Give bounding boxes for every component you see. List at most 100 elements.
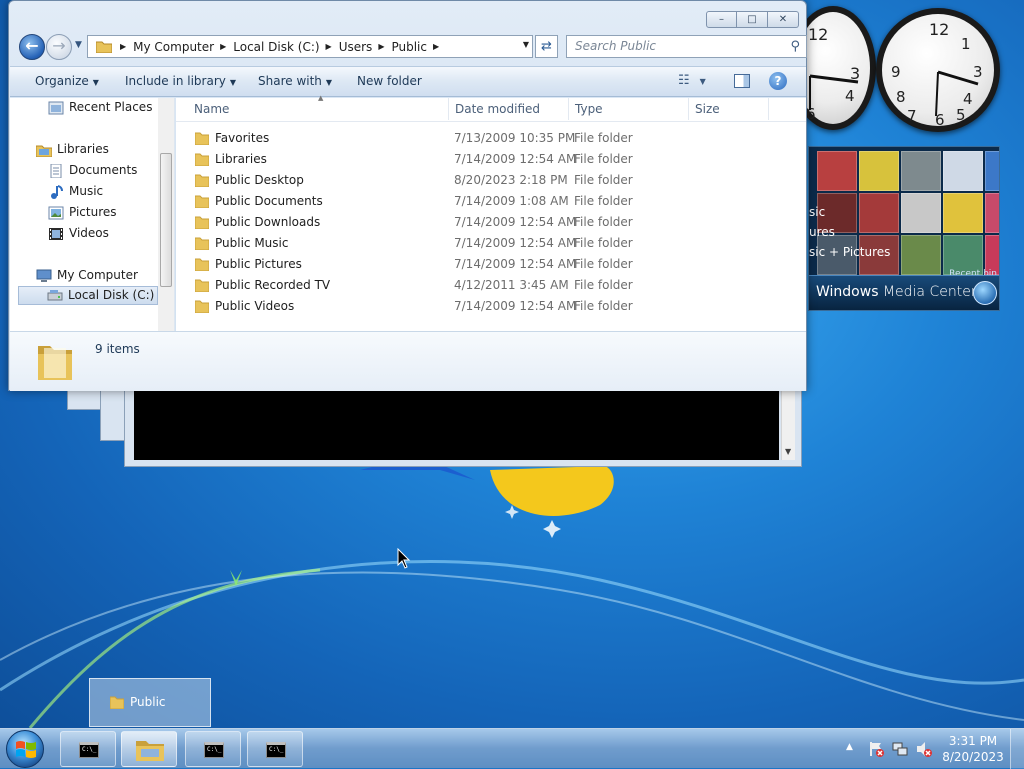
column-date-modified[interactable]: Date modified bbox=[455, 102, 540, 116]
media-menu-item[interactable]: sic bbox=[809, 202, 929, 222]
folder-icon bbox=[195, 258, 209, 271]
file-name: Libraries bbox=[215, 152, 267, 166]
recent-pages-dropdown[interactable]: ▼ bbox=[75, 40, 82, 50]
new-folder-button[interactable]: New folder bbox=[357, 74, 422, 88]
column-divider[interactable] bbox=[688, 98, 689, 120]
scroll-down-arrow-icon[interactable]: ▼ bbox=[785, 447, 791, 456]
breadcrumb-arrow-icon[interactable]: ▶ bbox=[378, 42, 384, 51]
media-center-gadget[interactable]: sic ures sic + Pictures Recent bin Windo… bbox=[808, 146, 1000, 311]
search-icon[interactable]: ⚲ bbox=[790, 36, 800, 57]
file-type: File folder bbox=[574, 299, 633, 313]
maximize-button[interactable]: □ bbox=[737, 11, 768, 28]
taskbar-console-button-3[interactable]: C:\_ bbox=[247, 731, 303, 767]
table-row[interactable]: Public Videos 7/14/2009 12:54 AM File fo… bbox=[176, 296, 806, 317]
column-type[interactable]: Type bbox=[575, 102, 603, 116]
forward-button[interactable]: → bbox=[46, 34, 72, 60]
nav-item-local-disk[interactable]: Local Disk (C:) bbox=[18, 286, 158, 305]
column-size[interactable]: Size bbox=[695, 102, 720, 116]
file-name: Public Documents bbox=[215, 194, 323, 208]
network-icon[interactable] bbox=[892, 741, 908, 757]
breadcrumb-my-computer[interactable]: My Computer bbox=[133, 40, 214, 54]
table-row[interactable]: Public Documents 7/14/2009 1:08 AM File … bbox=[176, 191, 806, 212]
change-view-button[interactable]: ☷ ▼ bbox=[678, 73, 706, 88]
table-row[interactable]: Public Recorded TV 4/12/2011 3:45 AM Fil… bbox=[176, 275, 806, 296]
breadcrumb-arrow-icon[interactable]: ▶ bbox=[433, 42, 439, 51]
command-bar: Organize ▼ Include in library ▼ Share with… bbox=[10, 66, 806, 97]
show-hidden-icons-button[interactable]: ▲ bbox=[846, 742, 853, 752]
close-button[interactable]: ✕ bbox=[768, 11, 799, 28]
console-window-background-3[interactable]: ▼ bbox=[124, 385, 802, 467]
svg-text:12: 12 bbox=[929, 20, 949, 39]
organize-menu[interactable]: Organize ▼ bbox=[35, 74, 99, 88]
address-dropdown-icon[interactable]: ▼ bbox=[523, 40, 529, 49]
table-row[interactable]: Public Music 7/14/2009 12:54 AM File fol… bbox=[176, 233, 806, 254]
share-with-label: Share with bbox=[258, 74, 322, 88]
taskbar-console-button-1[interactable]: C:\_ bbox=[60, 731, 116, 767]
nav-item-documents[interactable]: Documents bbox=[48, 161, 137, 180]
breadcrumb-users[interactable]: Users bbox=[339, 40, 373, 54]
search-input[interactable]: Search Public ⚲ bbox=[566, 35, 807, 58]
column-divider[interactable] bbox=[568, 98, 569, 120]
breadcrumb-arrow-icon[interactable]: ▶ bbox=[120, 42, 126, 51]
explorer-folder-icon bbox=[136, 741, 164, 761]
file-type: File folder bbox=[574, 131, 633, 145]
nav-item-videos[interactable]: Videos bbox=[48, 224, 109, 243]
taskbar-console-button-2[interactable]: C:\_ bbox=[185, 731, 241, 767]
file-date: 4/12/2011 3:45 AM bbox=[454, 278, 569, 292]
breadcrumb-arrow-icon[interactable]: ▶ bbox=[326, 42, 332, 51]
table-row[interactable]: Libraries 7/14/2009 12:54 AM File folder bbox=[176, 149, 806, 170]
clock-gadget-2[interactable]: 12 1 3 9 8 4 7 6 5 bbox=[876, 8, 1000, 132]
include-in-library-label: Include in library bbox=[125, 74, 226, 88]
show-desktop-button[interactable] bbox=[1010, 729, 1024, 769]
nav-item-pictures[interactable]: Pictures bbox=[48, 203, 117, 222]
taskbar-thumbnail-preview[interactable]: Public bbox=[89, 678, 211, 727]
back-button[interactable]: ← bbox=[19, 34, 45, 60]
breadcrumb-local-disk[interactable]: Local Disk (C:) bbox=[233, 40, 319, 54]
taskbar-explorer-button[interactable] bbox=[121, 731, 177, 767]
media-center-bar[interactable]: Windows Media Center bbox=[809, 275, 999, 310]
minimize-button[interactable]: – bbox=[706, 11, 737, 28]
svg-text:12: 12 bbox=[808, 25, 828, 44]
column-name[interactable]: Name bbox=[194, 102, 229, 116]
help-button[interactable]: ? bbox=[769, 72, 787, 90]
volume-muted-icon[interactable] bbox=[916, 741, 932, 757]
file-list: ▲ Name Date modified Type Size Favorites… bbox=[176, 94, 806, 331]
breadcrumb-public[interactable]: Public bbox=[391, 40, 427, 54]
nav-item-my-computer[interactable]: My Computer bbox=[36, 266, 138, 285]
address-bar[interactable]: ▶ My Computer ▶ Local Disk (C:) ▶ Users … bbox=[87, 35, 533, 58]
share-with-menu[interactable]: Share with ▼ bbox=[258, 74, 332, 88]
nav-item-label: Documents bbox=[69, 163, 138, 177]
chevron-down-icon: ▼ bbox=[92, 78, 99, 87]
column-divider[interactable] bbox=[448, 98, 449, 120]
include-in-library-menu[interactable]: Include in library ▼ bbox=[125, 74, 236, 88]
action-center-flag-icon[interactable] bbox=[868, 741, 884, 757]
start-button[interactable] bbox=[6, 730, 44, 768]
clock-date[interactable]: 8/20/2023 bbox=[940, 750, 1006, 764]
file-date: 7/13/2009 10:35 PM bbox=[454, 131, 576, 145]
nav-pane-scroll-thumb[interactable] bbox=[160, 153, 172, 287]
explorer-window[interactable]: – □ ✕ ← → ▼ ▶ My Computer ▶ Local Disk (… bbox=[8, 0, 807, 391]
preview-pane-button[interactable] bbox=[734, 74, 750, 88]
media-menu-item[interactable]: ures bbox=[809, 222, 929, 242]
refresh-button[interactable]: ⇄ bbox=[535, 35, 558, 58]
nav-pane-scrollbar[interactable] bbox=[158, 98, 174, 331]
media-tile bbox=[817, 151, 857, 191]
recent-places-icon bbox=[48, 101, 64, 114]
breadcrumb-arrow-icon[interactable]: ▶ bbox=[220, 42, 226, 51]
column-divider[interactable] bbox=[768, 98, 769, 120]
table-row[interactable]: Favorites 7/13/2009 10:35 PM File folder bbox=[176, 128, 806, 149]
nav-item-recent-places[interactable]: Recent Places bbox=[48, 98, 152, 117]
clock-time[interactable]: 3:31 PM bbox=[940, 734, 1006, 748]
windows-orb-icon[interactable] bbox=[973, 281, 997, 305]
media-menu-item[interactable]: sic + Pictures bbox=[809, 242, 929, 262]
search-placeholder: Search Public bbox=[575, 39, 657, 53]
table-row[interactable]: Public Pictures 7/14/2009 12:54 AM File … bbox=[176, 254, 806, 275]
nav-item-label: Recent Places bbox=[69, 100, 153, 114]
table-row[interactable]: Public Desktop 8/20/2023 2:18 PM File fo… bbox=[176, 170, 806, 191]
item-count: 9 items bbox=[95, 342, 140, 356]
clock-hands-icon: 12 1 3 9 8 4 7 6 5 bbox=[891, 20, 983, 129]
table-row[interactable]: Public Downloads 7/14/2009 12:54 AM File… bbox=[176, 212, 806, 233]
nav-item-libraries[interactable]: Libraries bbox=[36, 140, 109, 159]
console-scrollbar[interactable]: ▼ bbox=[781, 390, 795, 460]
nav-item-music[interactable]: Music bbox=[48, 182, 103, 201]
